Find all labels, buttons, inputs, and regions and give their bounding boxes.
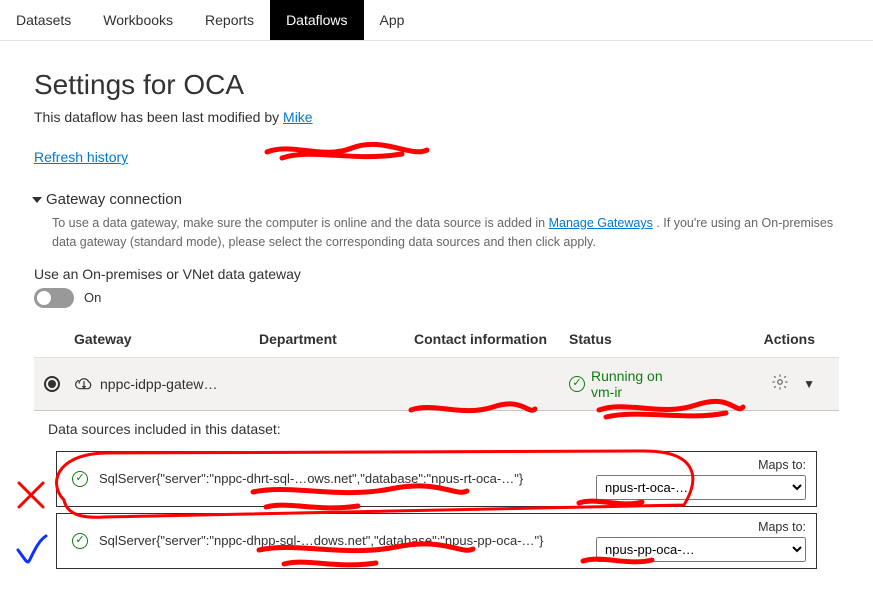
check-circle-icon: ✓	[61, 471, 99, 487]
gateway-icon	[74, 373, 94, 394]
check-circle-icon: ✓	[61, 533, 99, 549]
gateway-status-line2: vm-ir	[591, 384, 622, 400]
col-gateway: Gateway	[74, 331, 259, 347]
toggle-thumb-icon	[37, 291, 51, 305]
datasource-row: ✓ SqlServer{"server":"nppc-dhpp-sql-…dow…	[56, 513, 817, 569]
page-title: Settings for OCA	[34, 69, 839, 101]
col-contact: Contact information	[414, 331, 569, 347]
chevron-down-icon[interactable]: ▼	[803, 377, 815, 391]
maps-to-label: Maps to:	[596, 520, 806, 534]
col-status: Status	[569, 331, 749, 347]
tab-datasets[interactable]: Datasets	[0, 0, 87, 40]
collapse-caret-icon	[32, 197, 42, 203]
col-department: Department	[259, 331, 414, 347]
datasource-connection: SqlServer{"server":"nppc-dhpp-sql-…dows.…	[99, 532, 596, 550]
gateway-status: ✓ Running on vm-ir	[569, 368, 749, 400]
gateway-help-before: To use a data gateway, make sure the com…	[52, 216, 549, 230]
status-check-icon: ✓	[569, 376, 585, 392]
tab-app[interactable]: App	[364, 0, 421, 40]
top-tabs: Datasets Workbooks Reports Dataflows App	[0, 0, 873, 41]
last-modified-prefix: This dataflow has been last modified by	[34, 109, 283, 125]
gear-icon[interactable]	[771, 373, 789, 394]
datasource-connection: SqlServer{"server":"nppc-dhrt-sql-…ows.n…	[99, 470, 596, 488]
gateway-table: Gateway Department Contact information S…	[34, 321, 839, 585]
tab-workbooks[interactable]: Workbooks	[87, 0, 189, 40]
gateway-table-header: Gateway Department Contact information S…	[34, 321, 839, 357]
gateway-section-header[interactable]: Gateway connection	[32, 191, 839, 208]
refresh-history-link[interactable]: Refresh history	[34, 149, 128, 165]
gateway-status-line1: Running on	[591, 368, 663, 384]
maps-to-label: Maps to:	[596, 458, 806, 472]
tab-dataflows[interactable]: Dataflows	[270, 0, 363, 40]
tab-reports[interactable]: Reports	[189, 0, 270, 40]
datasources-list: ✓ SqlServer{"server":"nppc-dhrt-sql-…ows…	[34, 451, 839, 585]
gateway-radio[interactable]	[44, 376, 60, 392]
gateway-toggle-label: Use an On-premises or VNet data gateway	[34, 266, 839, 282]
datasource-mapping-select[interactable]: npus-pp-oca-…	[596, 537, 806, 562]
datasource-row: ✓ SqlServer{"server":"nppc-dhrt-sql-…ows…	[56, 451, 817, 507]
last-modified-line: This dataflow has been last modified by …	[34, 109, 839, 125]
gateway-name: nppc-idpp-gatew…	[100, 376, 218, 392]
gateway-toggle[interactable]	[34, 288, 74, 308]
gateway-row: nppc-idpp-gatew… ✓ Running on vm-ir ▼	[34, 357, 839, 410]
last-modified-user-link[interactable]: Mike	[283, 109, 313, 125]
gateway-help-text: To use a data gateway, make sure the com…	[52, 214, 839, 252]
gateway-section-title: Gateway connection	[46, 191, 182, 208]
datasources-label: Data sources included in this dataset:	[34, 410, 839, 445]
gateway-toggle-state: On	[84, 290, 101, 305]
col-actions: Actions	[749, 331, 829, 347]
manage-gateways-link[interactable]: Manage Gateways	[549, 216, 653, 230]
datasource-mapping-select[interactable]: npus-rt-oca-…	[596, 475, 806, 500]
